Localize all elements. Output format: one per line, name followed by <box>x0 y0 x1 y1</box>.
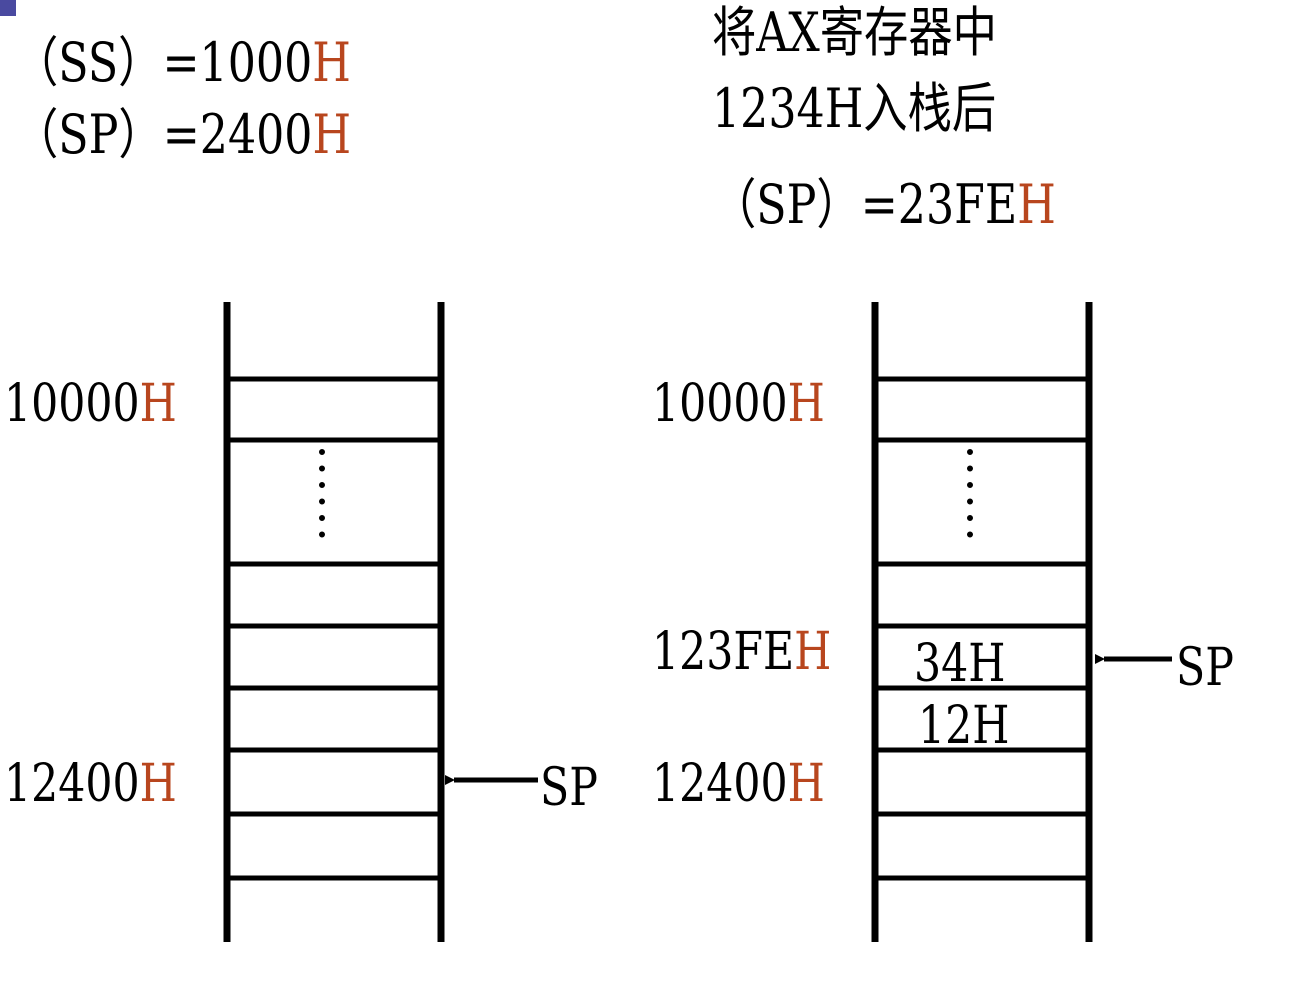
slide: （SS）=1000H （SP）=2400H 将AX寄存器中 1234H入栈后 （… <box>0 0 1298 984</box>
right-stack <box>871 302 1172 942</box>
stack-diagram <box>223 302 1172 942</box>
left-stack <box>223 302 538 942</box>
